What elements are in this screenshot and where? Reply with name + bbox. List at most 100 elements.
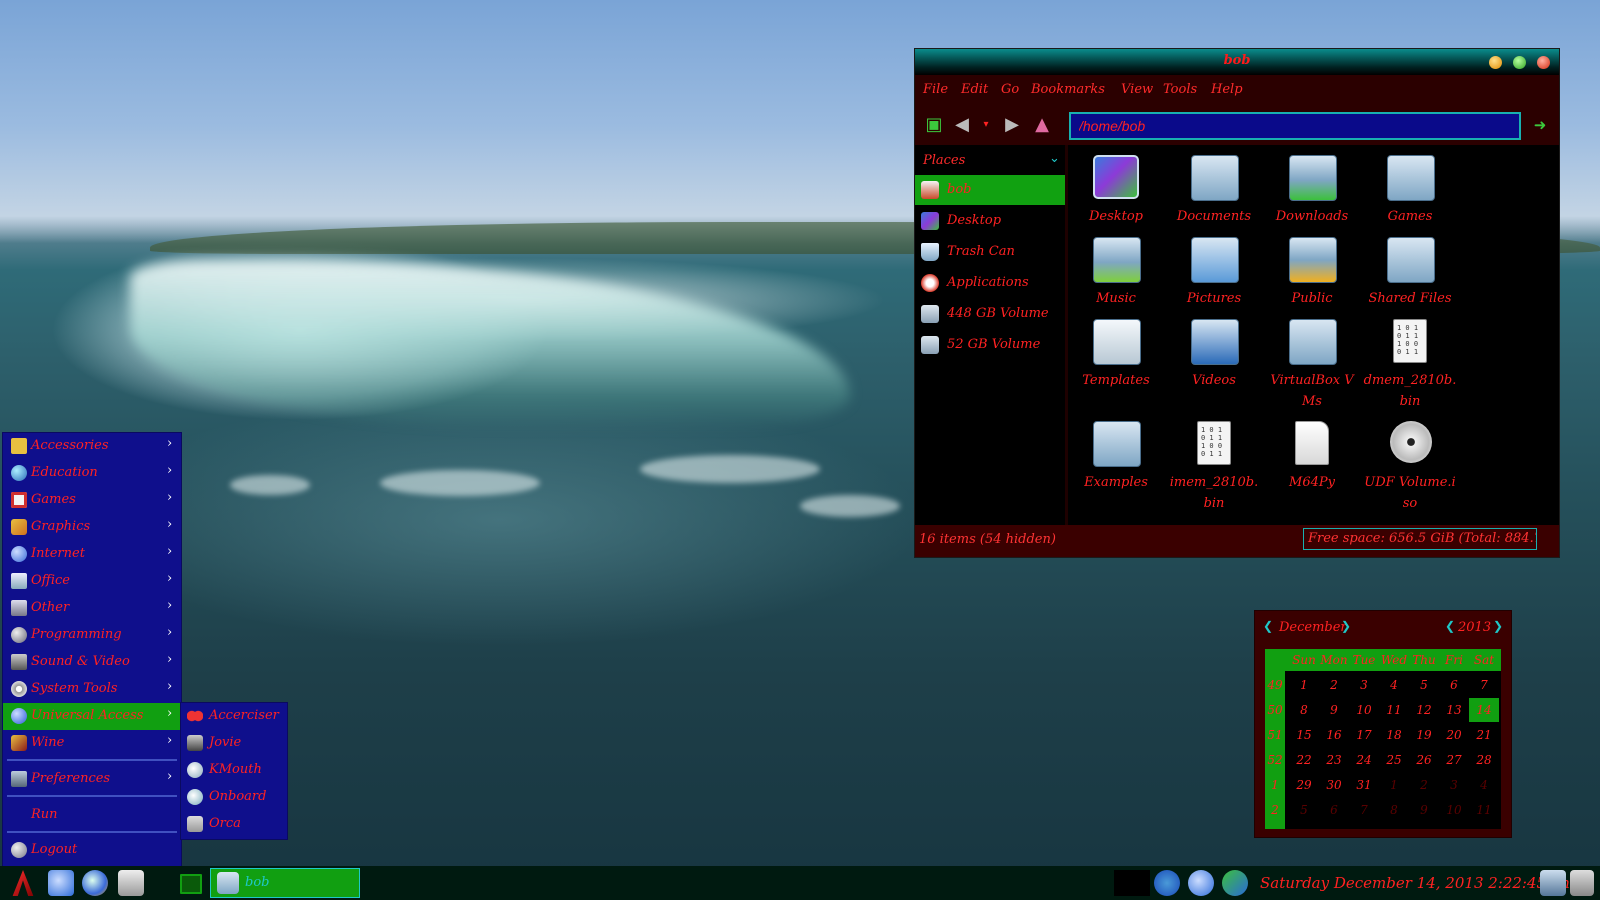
calendar-day[interactable]: 9 — [1319, 698, 1349, 722]
file-item-shared-files[interactable]: Shared Files — [1362, 233, 1458, 313]
chevron-left-icon[interactable]: ❮ — [1445, 619, 1455, 633]
calendar-day[interactable]: 6 — [1319, 798, 1349, 822]
up-arrow-icon[interactable]: ▲ — [1031, 115, 1053, 135]
place-448gb-volume[interactable]: 448 GB Volume — [915, 299, 1065, 329]
menu-item-graphics[interactable]: Graphics › — [3, 514, 181, 541]
file-item-imem-bin[interactable]: 1 0 10 1 11 0 00 1 1 imem_2810b.bin — [1166, 417, 1262, 511]
location-field[interactable] — [1069, 112, 1521, 140]
show-desktop-icon[interactable] — [118, 870, 144, 896]
calendar-day[interactable]: 1 — [1379, 773, 1409, 797]
menu-item-sound-video[interactable]: Sound & Video › — [3, 649, 181, 676]
place-trash-can[interactable]: Trash Can — [915, 237, 1065, 267]
calendar-day[interactable]: 8 — [1289, 698, 1319, 722]
menu-go[interactable]: Go — [1001, 82, 1019, 97]
submenu-item-onboard[interactable]: Onboard — [181, 784, 287, 811]
place-52gb-volume[interactable]: 52 GB Volume — [915, 330, 1065, 360]
maximize-button[interactable] — [1513, 56, 1526, 69]
calendar-day[interactable]: 21 — [1469, 723, 1499, 747]
calendar-day[interactable]: 13 — [1439, 698, 1469, 722]
menu-help[interactable]: Help — [1211, 82, 1243, 97]
menu-item-education[interactable]: Education › — [3, 460, 181, 487]
menu-tools[interactable]: Tools — [1163, 82, 1197, 97]
calendar-day[interactable]: 27 — [1439, 748, 1469, 772]
calendar-day[interactable]: 5 — [1289, 798, 1319, 822]
calendar-day[interactable]: 1 — [1289, 673, 1319, 697]
file-item-music[interactable]: Music — [1068, 233, 1164, 313]
calendar-day[interactable]: 22 — [1289, 748, 1319, 772]
submenu-item-accerciser[interactable]: Accerciser — [181, 703, 287, 730]
minimize-button[interactable] — [1489, 56, 1502, 69]
calendar-day[interactable]: 4 — [1379, 673, 1409, 697]
chevron-left-icon[interactable]: ❮ — [1263, 619, 1273, 633]
calendar-day[interactable]: 18 — [1379, 723, 1409, 747]
notification-icon[interactable] — [1570, 870, 1594, 896]
menu-item-office[interactable]: Office › — [3, 568, 181, 595]
calendar-day[interactable]: 10 — [1439, 798, 1469, 822]
menu-item-preferences[interactable]: Preferences › — [3, 766, 181, 793]
hp-icon[interactable] — [1154, 870, 1180, 896]
menu-view[interactable]: View — [1121, 82, 1153, 97]
menu-item-internet[interactable]: Internet › — [3, 541, 181, 568]
calendar-day[interactable]: 10 — [1349, 698, 1379, 722]
menu-item-universal-access[interactable]: Universal Access › — [3, 703, 181, 730]
file-item-desktop[interactable]: Desktop — [1068, 151, 1164, 231]
calendar-day[interactable]: 9 — [1409, 798, 1439, 822]
system-monitor-icon[interactable] — [1222, 870, 1248, 896]
back-arrow-icon[interactable]: ◀ — [951, 115, 973, 135]
new-tab-icon[interactable]: ▣ — [923, 115, 945, 135]
place-bob[interactable]: bob — [915, 175, 1065, 205]
web-browser-icon[interactable] — [82, 870, 108, 896]
start-menu-icon[interactable] — [12, 870, 34, 896]
tray-terminal-icon[interactable] — [1114, 870, 1150, 896]
file-item-m64py[interactable]: M64Py — [1264, 417, 1360, 497]
window-titlebar[interactable]: bob — [915, 49, 1559, 75]
file-item-templates[interactable]: Templates — [1068, 315, 1164, 395]
network-icon[interactable] — [48, 870, 74, 896]
calendar-day[interactable]: 30 — [1319, 773, 1349, 797]
submenu-item-jovie[interactable]: Jovie — [181, 730, 287, 757]
calendar-day[interactable]: 28 — [1469, 748, 1499, 772]
menu-item-run[interactable]: Run — [3, 802, 181, 829]
menu-item-programming[interactable]: Programming › — [3, 622, 181, 649]
calendar-day[interactable]: 20 — [1439, 723, 1469, 747]
calendar-day[interactable]: 7 — [1349, 798, 1379, 822]
file-item-games[interactable]: Games — [1362, 151, 1458, 231]
calendar-day[interactable]: 31 — [1349, 773, 1379, 797]
taskbar-clock[interactable]: Saturday December 14, 2013 2:22:45pm — [1260, 874, 1570, 892]
file-item-examples[interactable]: Examples — [1068, 417, 1164, 497]
menu-item-logout[interactable]: Logout — [3, 837, 181, 864]
file-item-dmem-bin[interactable]: 1 0 10 1 11 0 00 1 1 dmem_2810b.bin — [1362, 315, 1458, 409]
file-item-virtualbox-vms[interactable]: VirtualBox VMs — [1264, 315, 1360, 409]
menu-edit[interactable]: Edit — [961, 82, 988, 97]
file-item-downloads[interactable]: Downloads — [1264, 151, 1360, 231]
calendar-day[interactable]: 23 — [1319, 748, 1349, 772]
menu-item-games[interactable]: Games › — [3, 487, 181, 514]
file-item-public[interactable]: Public — [1264, 233, 1360, 313]
file-item-documents[interactable]: Documents — [1166, 151, 1262, 231]
calendar-day[interactable]: 15 — [1289, 723, 1319, 747]
workspace-switcher-icon[interactable] — [180, 874, 202, 894]
calendar-day[interactable]: 17 — [1349, 723, 1379, 747]
calendar-day[interactable]: 19 — [1409, 723, 1439, 747]
chevron-right-icon[interactable]: ❯ — [1341, 619, 1351, 633]
submenu-item-orca[interactable]: Orca — [181, 811, 287, 838]
menu-item-accessories[interactable]: Accessories › — [3, 433, 181, 460]
calendar-day[interactable]: 3 — [1349, 673, 1379, 697]
menu-item-wine[interactable]: Wine › — [3, 730, 181, 757]
calendar-day[interactable]: 2 — [1409, 773, 1439, 797]
submenu-item-kmouth[interactable]: KMouth — [181, 757, 287, 784]
menu-item-other[interactable]: Other › — [3, 595, 181, 622]
calendar-day[interactable]: 16 — [1319, 723, 1349, 747]
chevron-right-icon[interactable]: ❯ — [1493, 619, 1503, 633]
menu-file[interactable]: File — [923, 82, 948, 97]
chevron-down-icon[interactable]: ⌄ — [1049, 151, 1060, 166]
place-desktop[interactable]: Desktop — [915, 206, 1065, 236]
history-dropdown-icon[interactable]: ▾ — [975, 115, 997, 135]
calendar-day[interactable]: 25 — [1379, 748, 1409, 772]
calendar-day[interactable]: 8 — [1379, 798, 1409, 822]
calendar-day[interactable]: 26 — [1409, 748, 1439, 772]
calendar-day[interactable]: 2 — [1319, 673, 1349, 697]
calendar-day[interactable]: 4 — [1469, 773, 1499, 797]
calendar-day[interactable]: 11 — [1469, 798, 1499, 822]
menu-item-system-tools[interactable]: System Tools › — [3, 676, 181, 703]
